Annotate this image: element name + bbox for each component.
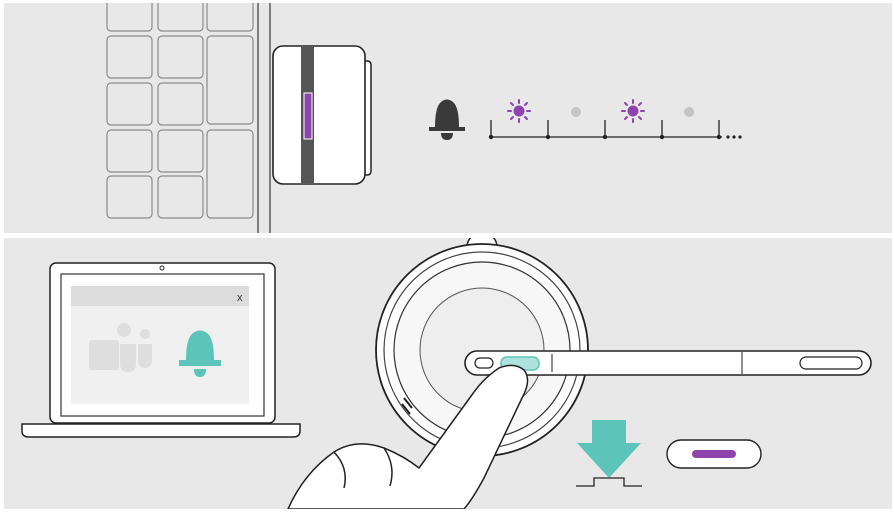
led-flash-icon xyxy=(507,99,531,123)
led-timeline xyxy=(490,120,722,138)
bottom-illustration xyxy=(21,238,872,509)
led-off-dot xyxy=(684,107,694,117)
laptop-keyboard xyxy=(106,3,254,219)
laptop xyxy=(21,262,301,438)
usb-dongle xyxy=(272,45,372,185)
window-close-label[interactable]: x xyxy=(237,292,243,304)
laptop-edge xyxy=(257,3,271,233)
bell-icon xyxy=(429,99,465,140)
led-status-indicator xyxy=(666,439,762,469)
top-panel xyxy=(4,3,892,233)
press-down-arrow-icon xyxy=(576,420,642,487)
bottom-panel: x xyxy=(4,238,892,509)
top-illustration xyxy=(106,3,742,233)
led-off-dot xyxy=(571,107,581,117)
led-flash-icon xyxy=(621,99,645,123)
